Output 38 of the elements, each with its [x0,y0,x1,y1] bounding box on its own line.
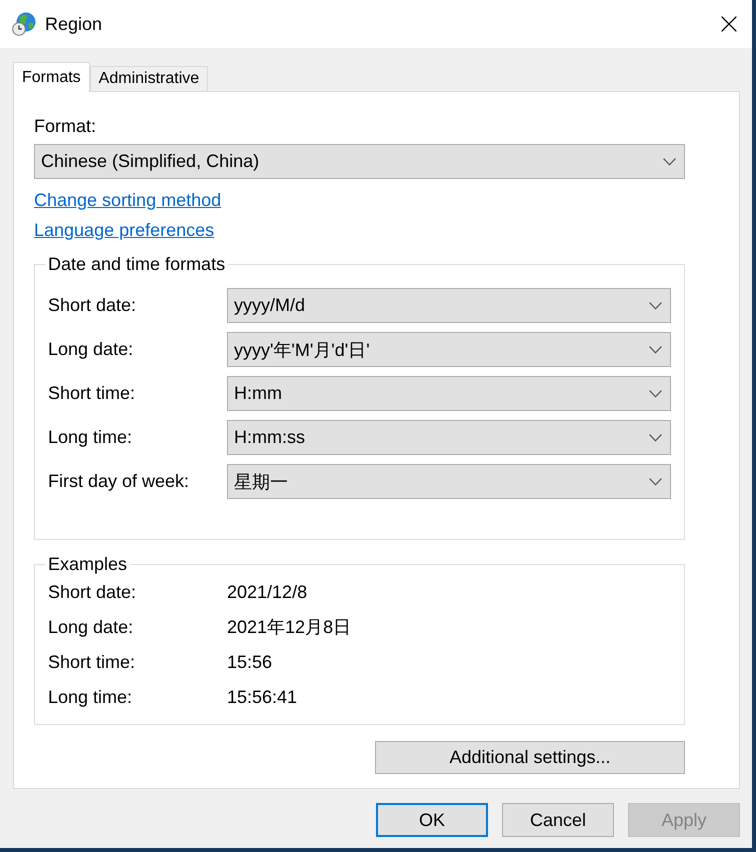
example-label: Long time: [48,686,134,709]
tab[interactable]: Formats [13,62,90,92]
dropdown[interactable]: yyyy'年'M'月'd'日' [227,332,671,367]
window-title: Region [45,14,102,34]
dropdown[interactable]: H:mm:ss [227,420,671,455]
example-value: 15:56:41 [227,686,298,709]
dialog-button[interactable]: OK [376,803,488,837]
dropdown[interactable]: H:mm [227,376,671,411]
chevron-down-icon [649,390,662,398]
dropdown[interactable]: yyyy/M/d [227,288,671,323]
example-value: 2021年12月8日 [227,616,352,639]
dropdown[interactable]: Chinese (Simplified, China) [34,144,685,179]
example-label: Short date: [48,581,138,604]
text-link[interactable]: Language preferences [34,220,214,240]
chevron-down-icon [649,478,662,486]
dialog-button[interactable]: Cancel [502,803,614,837]
close-icon[interactable] [721,16,737,32]
field-label: Short date: [48,294,138,317]
field-label: First day of week: [48,470,190,493]
field-label: Format: [34,116,96,136]
example-value: 15:56 [227,651,272,674]
group-title: Examples [47,554,128,574]
tab[interactable]: Administrative [90,66,208,92]
group-title: Date and time formats [47,254,226,274]
text-link[interactable]: Change sorting method [34,190,222,210]
example-label: Short time: [48,651,136,674]
field-label: Long date: [48,338,134,361]
example-value: 2021/12/8 [227,581,308,604]
chevron-down-icon [649,302,662,310]
chevron-down-icon [649,346,662,354]
chevron-down-icon [649,434,662,442]
field-label: Short time: [48,382,136,405]
dropdown[interactable]: 星期一 [227,464,671,499]
field-label: Long time: [48,426,134,449]
example-label: Long date: [48,616,134,639]
chevron-down-icon [663,158,676,166]
globe-clock-icon [12,12,36,36]
additional-settings-button[interactable]: Additional settings... [375,741,685,774]
